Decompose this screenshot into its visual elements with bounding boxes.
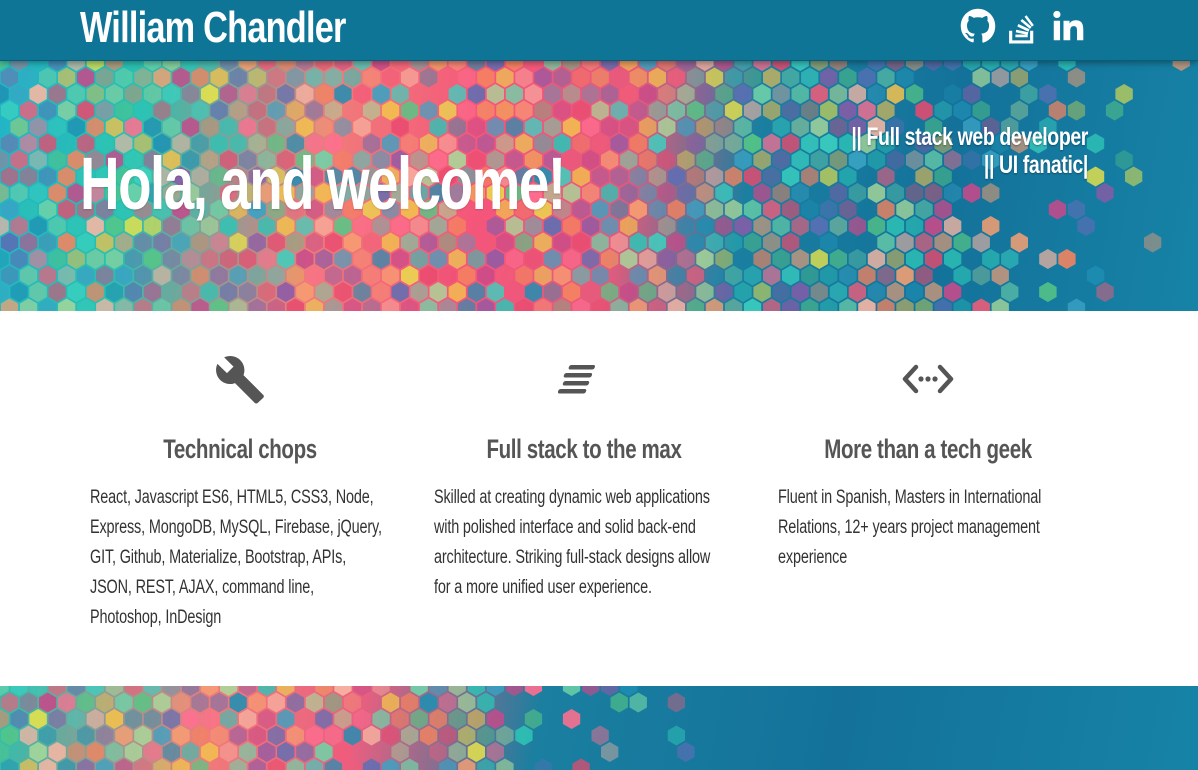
- stackoverflow-icon[interactable]: [1004, 8, 1040, 44]
- wrench-icon: [90, 353, 390, 405]
- feature-text: Skilled at creating dynamic web applicat…: [434, 487, 711, 598]
- tagline-line-2: || UI fanatic|: [983, 151, 1088, 179]
- hero-title: Hola, and welcome!: [80, 142, 566, 225]
- feature-title: Full stack to the max: [486, 434, 682, 464]
- feature-text: Fluent in Spanish, Masters in Internatio…: [778, 487, 1042, 568]
- hero-banner: Hola, and welcome! || Full stack web dev…: [0, 61, 1198, 311]
- linkedin-icon[interactable]: [1050, 8, 1086, 44]
- site-brand[interactable]: William Chandler: [80, 4, 346, 52]
- navbar: William Chandler: [0, 0, 1198, 61]
- footer-banner: [0, 686, 1198, 770]
- features-section: Technical chops React, Javascript ES6, H…: [0, 311, 1198, 686]
- align-lines-icon: [434, 353, 734, 405]
- feature-title: Technical chops: [163, 434, 317, 464]
- code-brackets-icon: [778, 353, 1078, 405]
- hexagon-pattern: [0, 686, 695, 770]
- feature-text: React, Javascript ES6, HTML5, CSS3, Node…: [90, 487, 382, 628]
- tagline-line-1: || Full stack web developer: [851, 123, 1088, 151]
- feature-title: More than a tech geek: [824, 434, 1032, 464]
- github-icon[interactable]: [960, 8, 996, 44]
